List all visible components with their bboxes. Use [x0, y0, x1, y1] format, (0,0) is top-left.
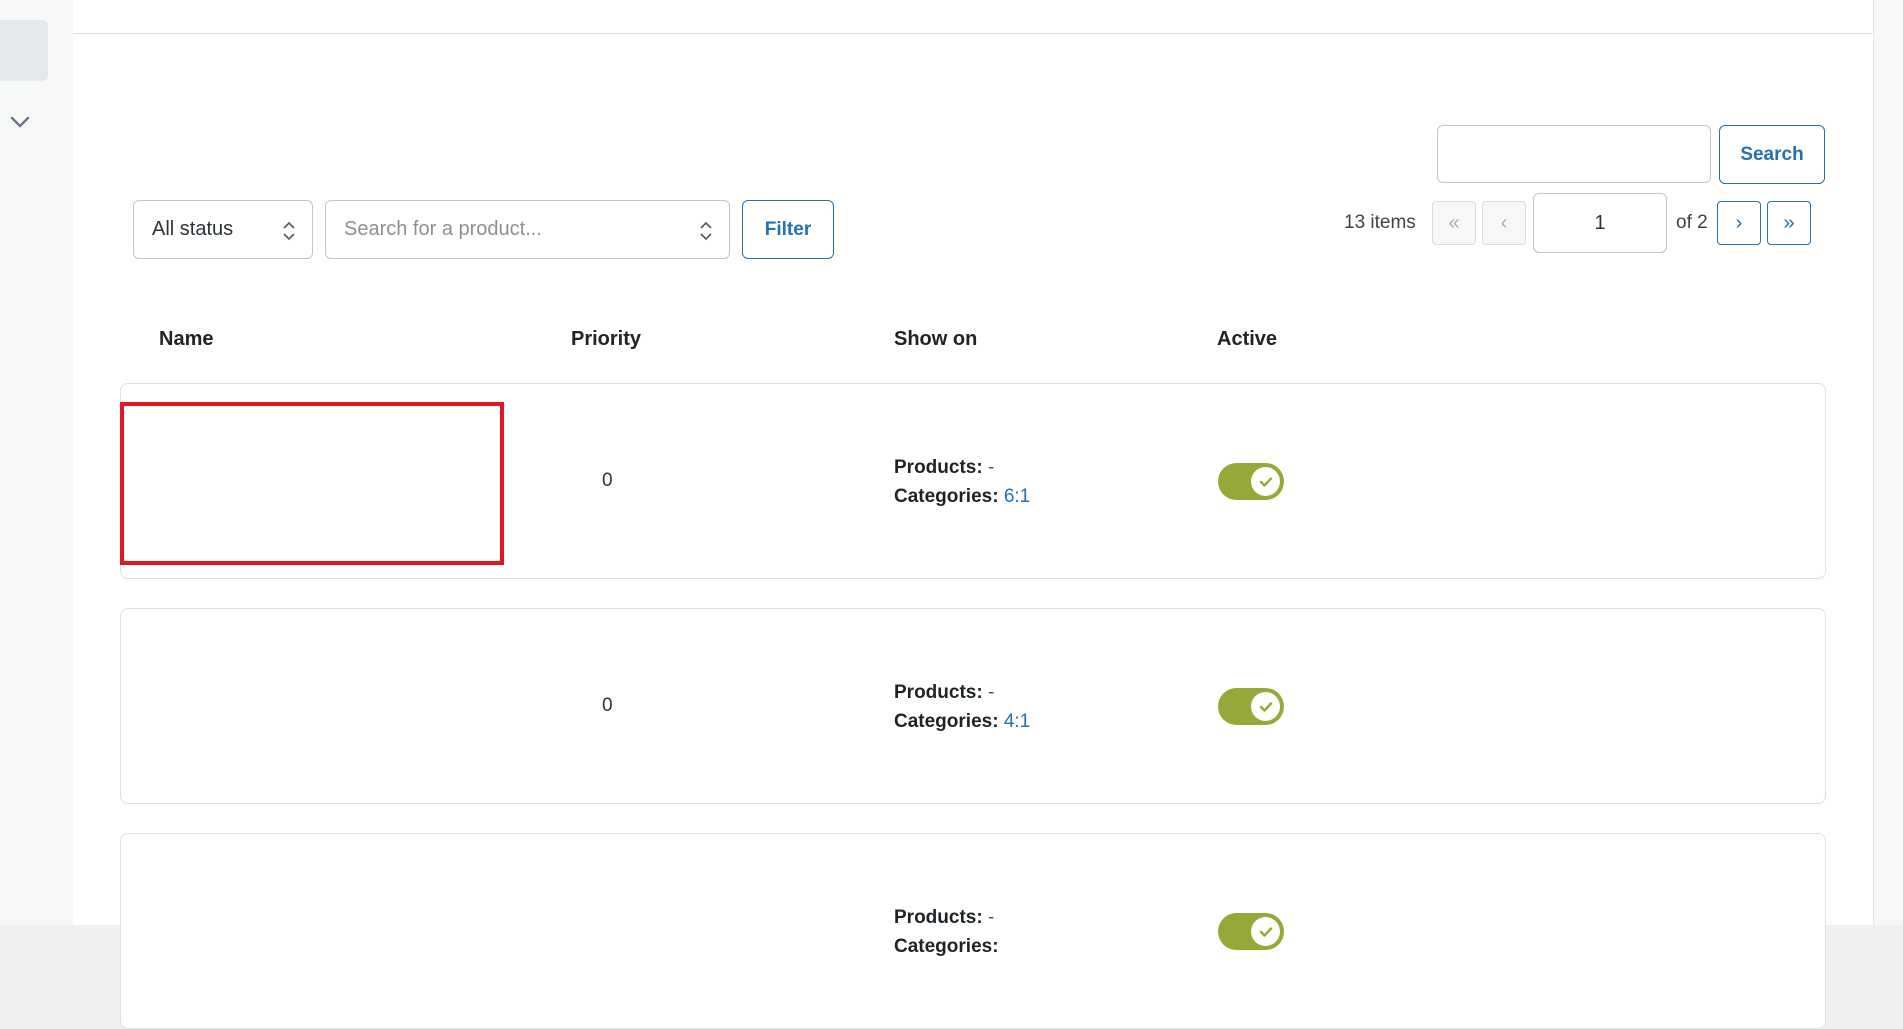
products-value: -: [987, 682, 995, 703]
updown-chevron-icon: [283, 221, 295, 241]
column-header-active: Active: [1217, 328, 1278, 350]
column-header-show-on: Show on: [894, 328, 978, 350]
filter-button[interactable]: Filter: [742, 200, 834, 259]
top-bar: [73, 0, 1873, 34]
check-icon: [1259, 476, 1272, 487]
categories-label: Categories:: [894, 711, 999, 732]
right-gutter: [1873, 0, 1903, 925]
first-page-button[interactable]: «: [1432, 201, 1476, 245]
sidebar-active-item[interactable]: [0, 20, 48, 81]
active-toggle[interactable]: [1218, 463, 1284, 500]
current-page-input[interactable]: 1: [1533, 193, 1667, 253]
status-select-value: All status: [152, 218, 234, 240]
row-show-on: Products: - Categories:: [894, 903, 999, 961]
product-search-placeholder: Search for a product...: [344, 218, 542, 240]
sidebar: [0, 0, 73, 925]
items-count: 13 items: [1344, 212, 1416, 233]
toggle-knob: [1251, 467, 1280, 496]
row-show-on: Products: - Categories: 4:1: [894, 678, 1030, 736]
products-value: -: [987, 457, 995, 478]
row-priority: 0: [602, 470, 613, 491]
categories-label: Categories:: [894, 486, 999, 507]
updown-chevron-icon: [700, 221, 712, 241]
categories-link[interactable]: 4:1: [1004, 711, 1030, 732]
search-button[interactable]: Search: [1719, 125, 1825, 184]
total-pages-label: of 2: [1676, 212, 1708, 233]
product-search-select[interactable]: Search for a product...: [325, 200, 730, 259]
active-toggle[interactable]: [1218, 913, 1284, 950]
table-row[interactable]: Products: - Categories:: [120, 833, 1826, 1029]
prev-page-button[interactable]: ‹: [1482, 201, 1526, 245]
chevron-down-icon[interactable]: [9, 114, 31, 130]
products-label: Products:: [894, 682, 983, 703]
row-show-on: Products: - Categories: 6:1: [894, 453, 1030, 511]
check-icon: [1259, 701, 1272, 712]
active-toggle[interactable]: [1218, 688, 1284, 725]
search-input[interactable]: [1437, 125, 1711, 183]
toggle-knob: [1251, 692, 1280, 721]
categories-link[interactable]: 6:1: [1004, 486, 1030, 507]
next-page-button[interactable]: ›: [1717, 201, 1761, 245]
categories-label: Categories:: [894, 936, 999, 957]
products-label: Products:: [894, 457, 983, 478]
table-row[interactable]: 0 Products: - Categories: 4:1: [120, 608, 1826, 804]
column-header-priority[interactable]: Priority: [571, 328, 641, 351]
column-header-name[interactable]: Name: [159, 328, 213, 351]
toggle-knob: [1251, 917, 1280, 946]
highlight-box: [120, 402, 504, 565]
row-priority: 0: [602, 695, 613, 716]
check-icon: [1259, 926, 1272, 937]
last-page-button[interactable]: »: [1767, 201, 1811, 245]
status-select[interactable]: All status: [133, 200, 313, 259]
